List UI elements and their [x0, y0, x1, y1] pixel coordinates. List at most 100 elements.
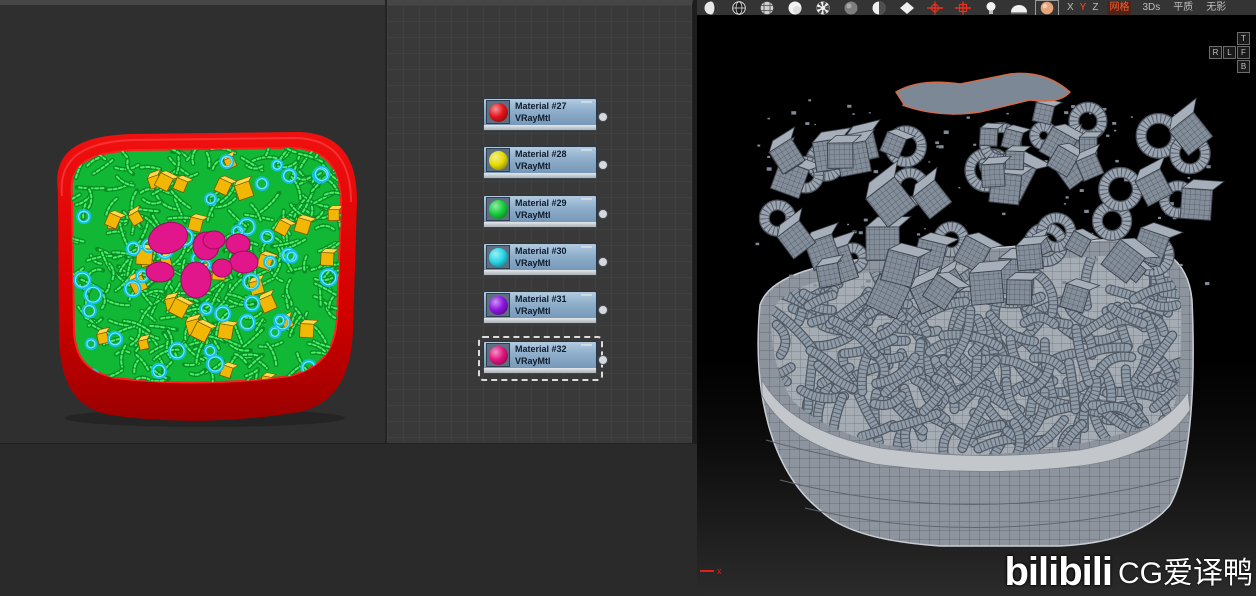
pasta-strand: [138, 164, 163, 172]
matcap-sphere-icon[interactable]: [1035, 0, 1059, 15]
particle: [1157, 216, 1161, 219]
axis-indicator: x: [700, 566, 722, 576]
x-axis-label: x: [717, 566, 722, 576]
collapse-button[interactable]: —: [581, 289, 592, 301]
collapse-button[interactable]: —: [581, 193, 592, 205]
particle: [873, 170, 879, 174]
node-header[interactable]: Material #31 VRayMtl —: [483, 289, 597, 319]
material-sphere-icon: [488, 102, 508, 122]
collapse-button[interactable]: —: [581, 96, 592, 108]
material-node[interactable]: Material #27 VRayMtl —: [483, 96, 608, 132]
pasta-strand: [136, 206, 161, 214]
node-header[interactable]: Material #30 VRayMtl —: [483, 241, 597, 271]
pasta-strand: [185, 306, 210, 314]
view-cube-top[interactable]: T: [1237, 32, 1250, 45]
view-cube-bottom[interactable]: B: [1237, 60, 1250, 73]
pasta-ring: [1098, 166, 1143, 212]
particle: [1006, 112, 1009, 115]
pasta-cube: [978, 122, 1006, 147]
scale-gizmo-icon[interactable]: [952, 1, 974, 15]
particle: [813, 284, 817, 287]
checker-sphere-icon[interactable]: [812, 1, 834, 15]
dome-icon[interactable]: [1008, 1, 1030, 15]
particle: [1115, 286, 1118, 288]
pasta-strand: [158, 314, 177, 321]
collapse-button[interactable]: —: [581, 241, 592, 253]
axis-x-button[interactable]: X: [1067, 1, 1074, 15]
output-socket[interactable]: [598, 257, 608, 267]
node-type: VRayMtl: [515, 356, 551, 366]
material-swatch: [486, 245, 510, 269]
particle: [1063, 203, 1066, 205]
watermark: bilibili CG爱译鸭: [1004, 550, 1253, 594]
axis-z-button[interactable]: Z: [1092, 1, 1098, 15]
flat-shape-icon[interactable]: [896, 1, 918, 15]
material-swatch: [486, 197, 510, 221]
output-socket[interactable]: [598, 305, 608, 315]
bilibili-logo: bilibili: [1004, 550, 1113, 594]
toolbar-button[interactable]: 网格: [1107, 0, 1132, 15]
particle: [1130, 116, 1133, 118]
particle: [852, 113, 855, 115]
particle: [1115, 159, 1119, 163]
half-sphere-icon[interactable]: [868, 1, 890, 15]
move-gizmo-icon[interactable]: [924, 1, 946, 15]
particle: [928, 161, 931, 163]
node-title: Material #30: [515, 246, 567, 256]
particle: [766, 167, 772, 171]
output-socket[interactable]: [598, 209, 608, 219]
pasta-strand: [771, 256, 788, 290]
particle: [1002, 212, 1006, 216]
collapse-button[interactable]: —: [581, 144, 592, 156]
viewport-scene[interactable]: [697, 0, 1256, 596]
node-type: VRayMtl: [515, 210, 551, 220]
particle: [1064, 111, 1069, 115]
node-header[interactable]: Material #28 VRayMtl —: [483, 144, 597, 174]
particle: [939, 145, 944, 149]
collapse-button[interactable]: —: [581, 339, 592, 351]
toolbar-button[interactable]: 3Ds: [1140, 1, 1162, 15]
material-node[interactable]: Material #32 VRayMtl —: [478, 336, 608, 381]
particle: [1205, 282, 1210, 286]
material-node[interactable]: Material #31 VRayMtl —: [483, 289, 608, 325]
output-socket[interactable]: [598, 112, 608, 122]
node-footer: [483, 125, 597, 131]
material-sphere-icon: [488, 199, 508, 219]
node-header[interactable]: Material #29 VRayMtl —: [483, 193, 597, 223]
material-node[interactable]: Material #30 VRayMtl —: [483, 241, 608, 277]
particle: [805, 122, 810, 125]
material-node[interactable]: Material #29 VRayMtl —: [483, 193, 608, 229]
material-node[interactable]: Material #28 VRayMtl —: [483, 144, 608, 180]
material-sphere-icon: [488, 295, 508, 315]
output-socket[interactable]: [598, 160, 608, 170]
node-header[interactable]: Material #27 VRayMtl —: [483, 96, 597, 126]
particle: [966, 116, 970, 119]
dark-sphere-icon[interactable]: [840, 1, 862, 15]
3d-viewport[interactable]: X Y Z 网格 3Ds 平质 无影 T R L F B x: [697, 0, 1256, 596]
node-header[interactable]: Material #32 VRayMtl —: [483, 339, 597, 369]
pasta-strand: [803, 351, 819, 415]
toolbar-button[interactable]: 平质: [1171, 1, 1195, 15]
view-cube-right[interactable]: R: [1209, 46, 1222, 59]
node-title: Material #29: [515, 198, 567, 208]
view-cube-front[interactable]: F: [1237, 46, 1250, 59]
pasta-strand: [276, 245, 283, 264]
particle: [1114, 129, 1117, 132]
shaded-sphere-icon[interactable]: [700, 1, 722, 15]
wireframe-sphere-icon[interactable]: [728, 0, 750, 15]
particle: [791, 111, 797, 115]
cube-face: [327, 209, 340, 222]
output-socket[interactable]: [598, 355, 608, 365]
light-bulb-icon[interactable]: [980, 1, 1002, 15]
grid-sphere-icon[interactable]: [756, 1, 778, 15]
cube-face: [1005, 279, 1033, 306]
axis-y-button[interactable]: Y: [1080, 1, 1087, 15]
node-title: Material #27: [515, 101, 567, 111]
toolbar-button[interactable]: 无影: [1204, 1, 1228, 15]
white-sphere-icon[interactable]: [784, 1, 806, 15]
x-axis-line: [700, 570, 714, 572]
view-cube-left[interactable]: L: [1223, 46, 1236, 59]
particle: [935, 141, 940, 145]
channel-name: CG爱译鸭: [1118, 557, 1253, 590]
particle: [789, 274, 794, 278]
